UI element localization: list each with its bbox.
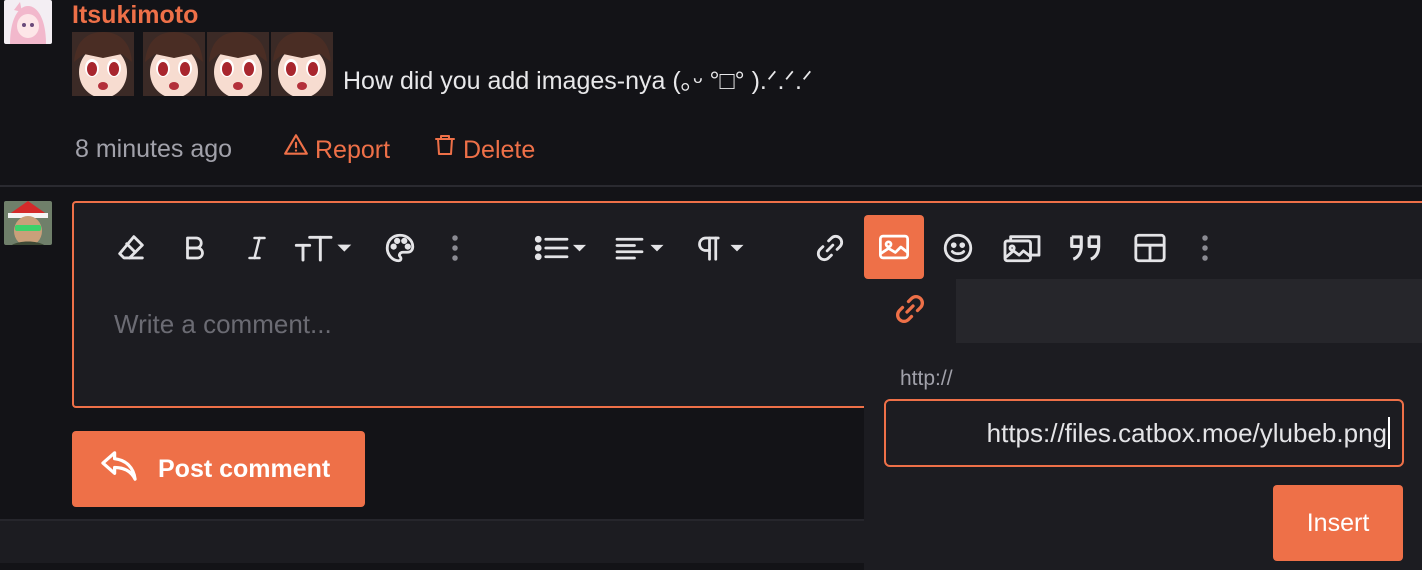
comment-input-placeholder[interactable]: Write a comment... — [114, 306, 332, 342]
align-button[interactable] — [610, 220, 674, 276]
italic-icon — [242, 232, 272, 264]
bold-button[interactable] — [170, 220, 220, 276]
font-size-button[interactable] — [290, 220, 356, 276]
list-button[interactable] — [530, 220, 594, 276]
reply-icon — [100, 449, 138, 490]
link-button[interactable] — [804, 220, 856, 276]
table-button[interactable] — [1124, 220, 1176, 276]
report-button[interactable]: Report — [283, 132, 390, 167]
post-comment-button[interactable]: Post comment — [72, 431, 365, 507]
emote-image — [72, 32, 134, 96]
emoji-button[interactable] — [932, 220, 984, 276]
clear-format-button[interactable] — [105, 220, 157, 276]
comment-divider — [0, 185, 1422, 187]
emote-image — [207, 32, 269, 96]
popup-tab-bar — [956, 279, 1422, 343]
gallery-icon — [1001, 231, 1043, 265]
paragraph-button[interactable] — [690, 220, 754, 276]
text-color-button[interactable] — [374, 220, 426, 276]
palette-icon — [383, 231, 417, 265]
tab-link[interactable] — [864, 279, 956, 343]
more-vertical-icon — [450, 233, 460, 263]
image-button[interactable] — [864, 215, 924, 279]
trash-icon — [433, 132, 457, 167]
clear-format-icon — [114, 231, 148, 265]
image-url-value: https://files.catbox.moe/ylubeb.png — [986, 417, 1387, 448]
url-field-label: http:// — [900, 367, 953, 390]
quote-button[interactable] — [1060, 220, 1112, 276]
emote-image — [143, 32, 205, 96]
quote-icon — [1067, 232, 1105, 264]
insert-button[interactable]: Insert — [1273, 485, 1403, 561]
bold-icon — [180, 232, 210, 264]
avatar[interactable] — [4, 0, 52, 44]
report-label: Report — [315, 135, 391, 164]
delete-label: Delete — [463, 135, 536, 164]
more-options-button[interactable] — [440, 220, 470, 276]
emoji-icon — [941, 231, 975, 265]
comment-timestamp[interactable]: 8 minutes ago — [75, 132, 232, 166]
text-caret — [1388, 417, 1390, 449]
link-icon — [813, 231, 847, 265]
post-comment-label: Post comment — [158, 454, 331, 483]
paragraph-icon — [692, 233, 752, 263]
more-vertical-icon — [1200, 233, 1210, 263]
gallery-button[interactable] — [996, 220, 1048, 276]
italic-button[interactable] — [232, 220, 282, 276]
more-options-button-2[interactable] — [1190, 220, 1220, 276]
delete-button[interactable]: Delete — [433, 132, 535, 167]
emote-image — [271, 32, 333, 96]
bullet-list-icon — [532, 233, 592, 263]
link-icon — [892, 291, 928, 332]
comment-username[interactable]: Itsukimoto — [72, 0, 198, 30]
image-url-input[interactable]: https://files.catbox.moe/ylubeb.png — [884, 399, 1404, 467]
font-size-icon — [291, 232, 355, 264]
image-icon — [877, 232, 911, 262]
align-icon — [612, 233, 672, 263]
comment-text: How did you add images-nya (｡ᵕ °□° ).ᐟ.ᐟ… — [343, 67, 813, 95]
current-user-avatar[interactable] — [4, 201, 52, 245]
table-icon — [1133, 232, 1167, 264]
warning-icon — [283, 132, 309, 167]
